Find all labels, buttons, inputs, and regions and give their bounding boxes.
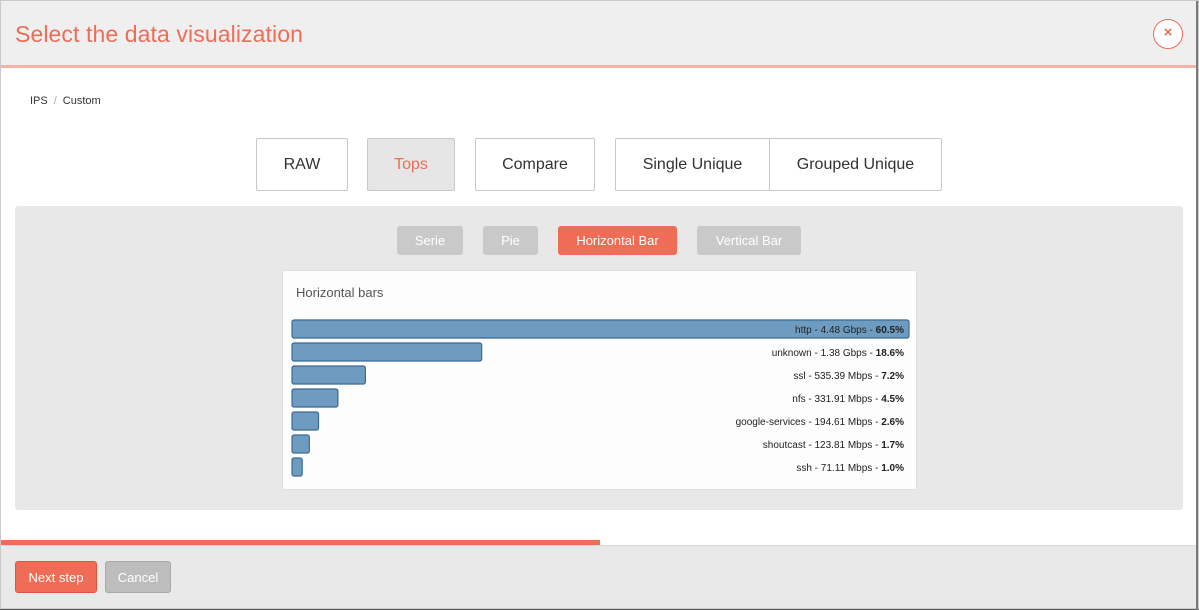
bar-ssh [291, 457, 303, 477]
mode-tops-button[interactable]: Tops [367, 138, 455, 191]
vis-vertical-bar-button[interactable]: Vertical Bar [697, 226, 801, 255]
visualization-modal: Select the data visualization × IPS / Cust… [0, 0, 1199, 610]
bar-unknown [291, 342, 483, 362]
bar-nfs [291, 388, 339, 408]
bar-google-services [291, 411, 320, 431]
bar-label-ssl: ssl - 535.39 Mbps - 7.2% [793, 371, 904, 382]
mode-single-unique-button[interactable]: Single Unique [615, 138, 770, 191]
modal-header: Select the data visualization × [1, 1, 1198, 68]
vis-horizontal-bar-button[interactable]: Horizontal Bar [558, 226, 677, 255]
horizontal-bar-chart: http - 4.48 Gbps - 60.5% unknown - 1.38 G… [291, 319, 910, 477]
wizard-progress-bar [1, 540, 600, 545]
close-icon[interactable]: × [1153, 19, 1183, 49]
breadcrumb-item-custom[interactable]: Custom [63, 95, 101, 107]
mode-raw-button[interactable]: RAW [256, 138, 348, 191]
modal-footer [1, 545, 1198, 608]
cancel-button[interactable]: Cancel [105, 561, 171, 593]
next-step-button[interactable]: Next step [15, 561, 97, 593]
bar-label-shoutcast: shoutcast - 123.81 Mbps - 1.7% [763, 440, 904, 451]
window-edge [1196, 1, 1198, 610]
bar-label-unknown: unknown - 1.38 Gbps - 18.6% [772, 348, 904, 359]
bar-label-google-services: google-services - 194.61 Mbps - 2.6% [736, 417, 905, 428]
modal-title: Select the data visualization [15, 21, 304, 47]
mode-compare-button[interactable]: Compare [475, 138, 595, 191]
breadcrumb-item-ips[interactable]: IPS [30, 95, 48, 107]
chart-preview: Horizontal bars http - 4.48 Gbps - 60.5%… [282, 270, 917, 490]
bar-label-http: http - 4.48 Gbps - 60.5% [795, 325, 904, 336]
breadcrumb: IPS / Custom [30, 95, 101, 107]
mode-grouped-unique-button[interactable]: Grouped Unique [769, 138, 942, 191]
bar-label-nfs: nfs - 331.91 Mbps - 4.5% [792, 394, 904, 405]
bar-label-ssh: ssh - 71.11 Mbps - 1.0% [796, 463, 904, 474]
bar-ssl [291, 365, 367, 385]
vis-pie-button[interactable]: Pie [483, 226, 538, 255]
bar-shoutcast [291, 434, 310, 454]
breadcrumb-separator: / [53, 95, 57, 107]
vis-serie-button[interactable]: Serie [397, 226, 463, 255]
